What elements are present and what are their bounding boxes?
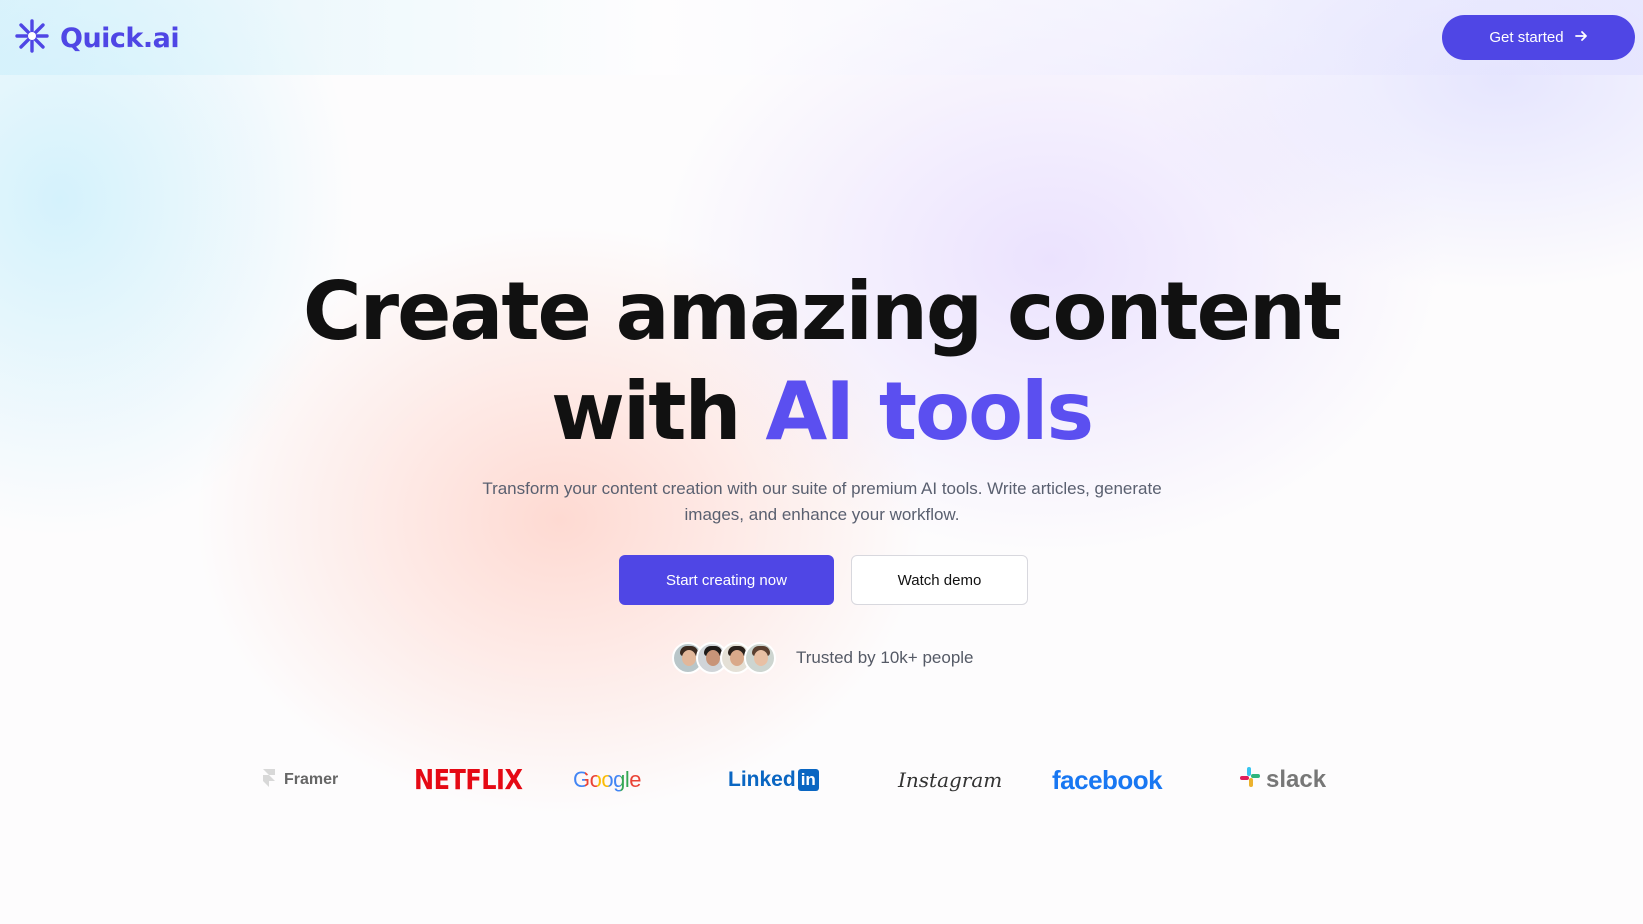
- headline-accent-text: AI tools: [765, 365, 1094, 458]
- trust-text: Trusted by 10k+ people: [796, 648, 974, 667]
- framer-wordmark: Framer: [284, 771, 339, 788]
- watch-demo-button[interactable]: Watch demo: [851, 555, 1028, 605]
- linkedin-in-badge: in: [797, 769, 819, 791]
- instagram-logo: Instagram: [898, 762, 1002, 798]
- top-navbar: [0, 0, 1643, 75]
- framer-logo: Framer: [262, 762, 338, 798]
- facebook-wordmark: facebook: [1052, 764, 1163, 795]
- user-avatars: [672, 642, 776, 674]
- netflix-wordmark: NETFLIX: [414, 763, 523, 797]
- headline-line-1: Create amazing content: [302, 265, 1342, 358]
- arrow-right-icon: [1574, 29, 1588, 47]
- get-started-label: Get started: [1489, 29, 1564, 46]
- linkedin-wordmark: Linked: [728, 768, 796, 791]
- slack-logo: slack: [1239, 762, 1326, 798]
- get-started-button[interactable]: Get started: [1442, 15, 1635, 60]
- brand-name: Quick.ai: [60, 22, 180, 54]
- sparkle-asterisk-icon: [12, 18, 52, 59]
- linkedin-logo: Linked in: [728, 762, 819, 798]
- headline-line-2-prefix: with: [550, 365, 742, 458]
- slack-icon: [1239, 766, 1261, 795]
- google-wordmark: Google: [573, 767, 641, 792]
- google-logo: Google: [573, 762, 641, 798]
- trust-indicator: Trusted by 10k+ people: [672, 640, 974, 676]
- framer-icon: [262, 768, 276, 793]
- slack-wordmark: slack: [1266, 766, 1327, 793]
- facebook-logo: facebook: [1052, 762, 1163, 798]
- instagram-wordmark: Instagram: [898, 768, 1003, 792]
- netflix-logo: NETFLIX: [414, 759, 523, 800]
- start-creating-button[interactable]: Start creating now: [619, 555, 834, 605]
- hero-headline: Create amazing content with AI tools: [0, 262, 1643, 462]
- avatar: [744, 642, 776, 674]
- hero-subtitle: Transform your content creation with our…: [482, 479, 1162, 524]
- brand-logo[interactable]: Quick.ai: [12, 18, 180, 59]
